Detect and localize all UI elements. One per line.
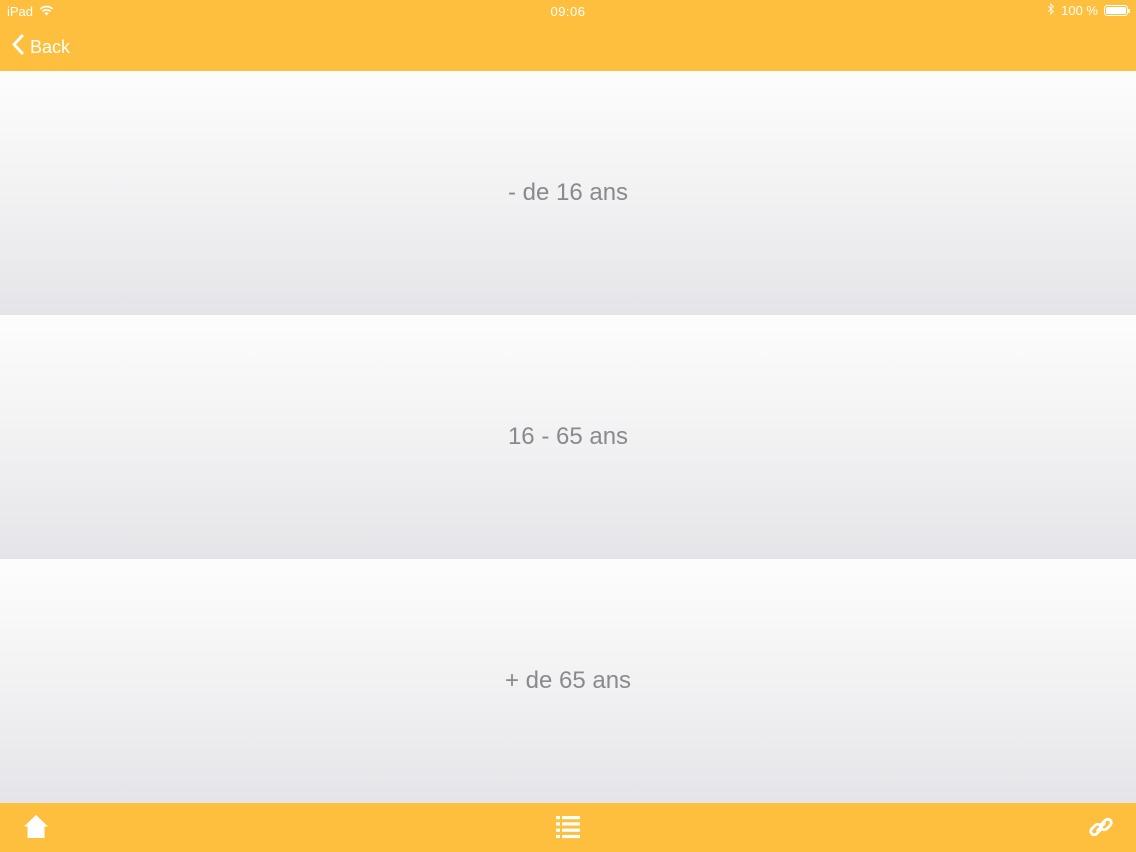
option-label: 16 - 65 ans xyxy=(507,423,629,450)
option-label: + de 65 ans xyxy=(504,667,632,694)
option-16-65[interactable]: 16 - 65 ans xyxy=(0,315,1136,559)
chevron-left-icon xyxy=(12,34,24,60)
option-label: - de 16 ans xyxy=(507,179,629,206)
option-under-16[interactable]: - de 16 ans xyxy=(0,71,1136,315)
status-right: 100 % xyxy=(1047,2,1130,18)
tab-bar xyxy=(0,803,1136,852)
bluetooth-icon xyxy=(1047,2,1055,18)
list-icon[interactable] xyxy=(555,814,581,845)
home-icon[interactable] xyxy=(23,814,49,845)
option-over-65[interactable]: + de 65 ans xyxy=(0,559,1136,803)
back-label: Back xyxy=(30,36,71,57)
navigation-bar: Back xyxy=(0,24,1136,71)
link-icon[interactable] xyxy=(1088,814,1114,845)
status-time: 09:06 xyxy=(550,4,586,19)
status-bar: iPad 09:06 100 % xyxy=(0,0,1136,24)
age-options-list: - de 16 ans 16 - 65 ans + de 65 ans xyxy=(0,71,1136,803)
battery-percent: 100 % xyxy=(1061,3,1098,18)
battery-icon xyxy=(1104,5,1130,16)
back-button[interactable]: Back xyxy=(12,34,70,60)
